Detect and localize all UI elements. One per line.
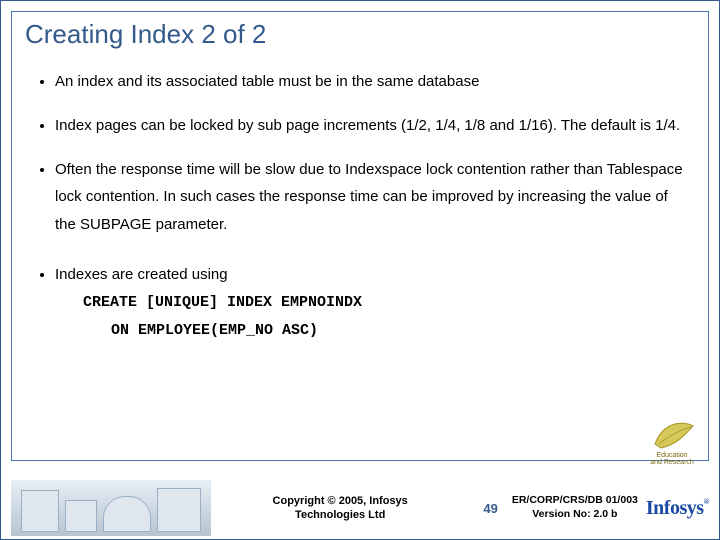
bullet-text: Indexes are created using bbox=[55, 266, 228, 283]
registered-mark: ® bbox=[704, 497, 709, 506]
bullet-item: An index and its associated table must b… bbox=[55, 68, 691, 96]
footer: Copyright © 2005, Infosys Technologies L… bbox=[1, 477, 719, 539]
bullet-item: Often the response time will be slow due… bbox=[55, 156, 691, 239]
copyright-line: Technologies Ltd bbox=[295, 509, 385, 521]
education-research-badge: Education and Research bbox=[641, 407, 703, 467]
badge-text: Research bbox=[664, 459, 694, 466]
badge-text: Education bbox=[656, 452, 687, 459]
infosys-logo: Infosys® bbox=[646, 497, 709, 520]
document-reference: ER/CORP/CRS/DB 01/003 Version No: 2.0 b bbox=[512, 494, 638, 521]
logo-text: Infosys bbox=[646, 497, 704, 519]
docref-line: Version No: 2.0 b bbox=[532, 508, 617, 520]
code-block: CREATE [UNIQUE] INDEX EMPNOINDX ON EMPLO… bbox=[83, 289, 691, 346]
slide-title: Creating Index 2 of 2 bbox=[25, 19, 701, 50]
bullet-item: Index pages can be locked by sub page in… bbox=[55, 112, 691, 140]
footer-decorative-image bbox=[11, 480, 211, 536]
page-number: 49 bbox=[483, 501, 497, 516]
docref-line: ER/CORP/CRS/DB 01/003 bbox=[512, 494, 638, 506]
slide: Creating Index 2 of 2 An index and its a… bbox=[0, 0, 720, 540]
leaf-icon bbox=[649, 418, 695, 452]
code-line: CREATE [UNIQUE] INDEX EMPNOINDX bbox=[83, 289, 691, 318]
copyright: Copyright © 2005, Infosys Technologies L… bbox=[211, 494, 469, 523]
bullets-block: An index and its associated table must b… bbox=[29, 68, 691, 346]
copyright-line: Copyright © 2005, Infosys bbox=[273, 495, 408, 507]
code-line: ON EMPLOYEE(EMP_NO ASC) bbox=[111, 317, 691, 346]
bullet-item: Indexes are created using CREATE [UNIQUE… bbox=[55, 261, 691, 346]
badge-text: and bbox=[650, 459, 662, 466]
